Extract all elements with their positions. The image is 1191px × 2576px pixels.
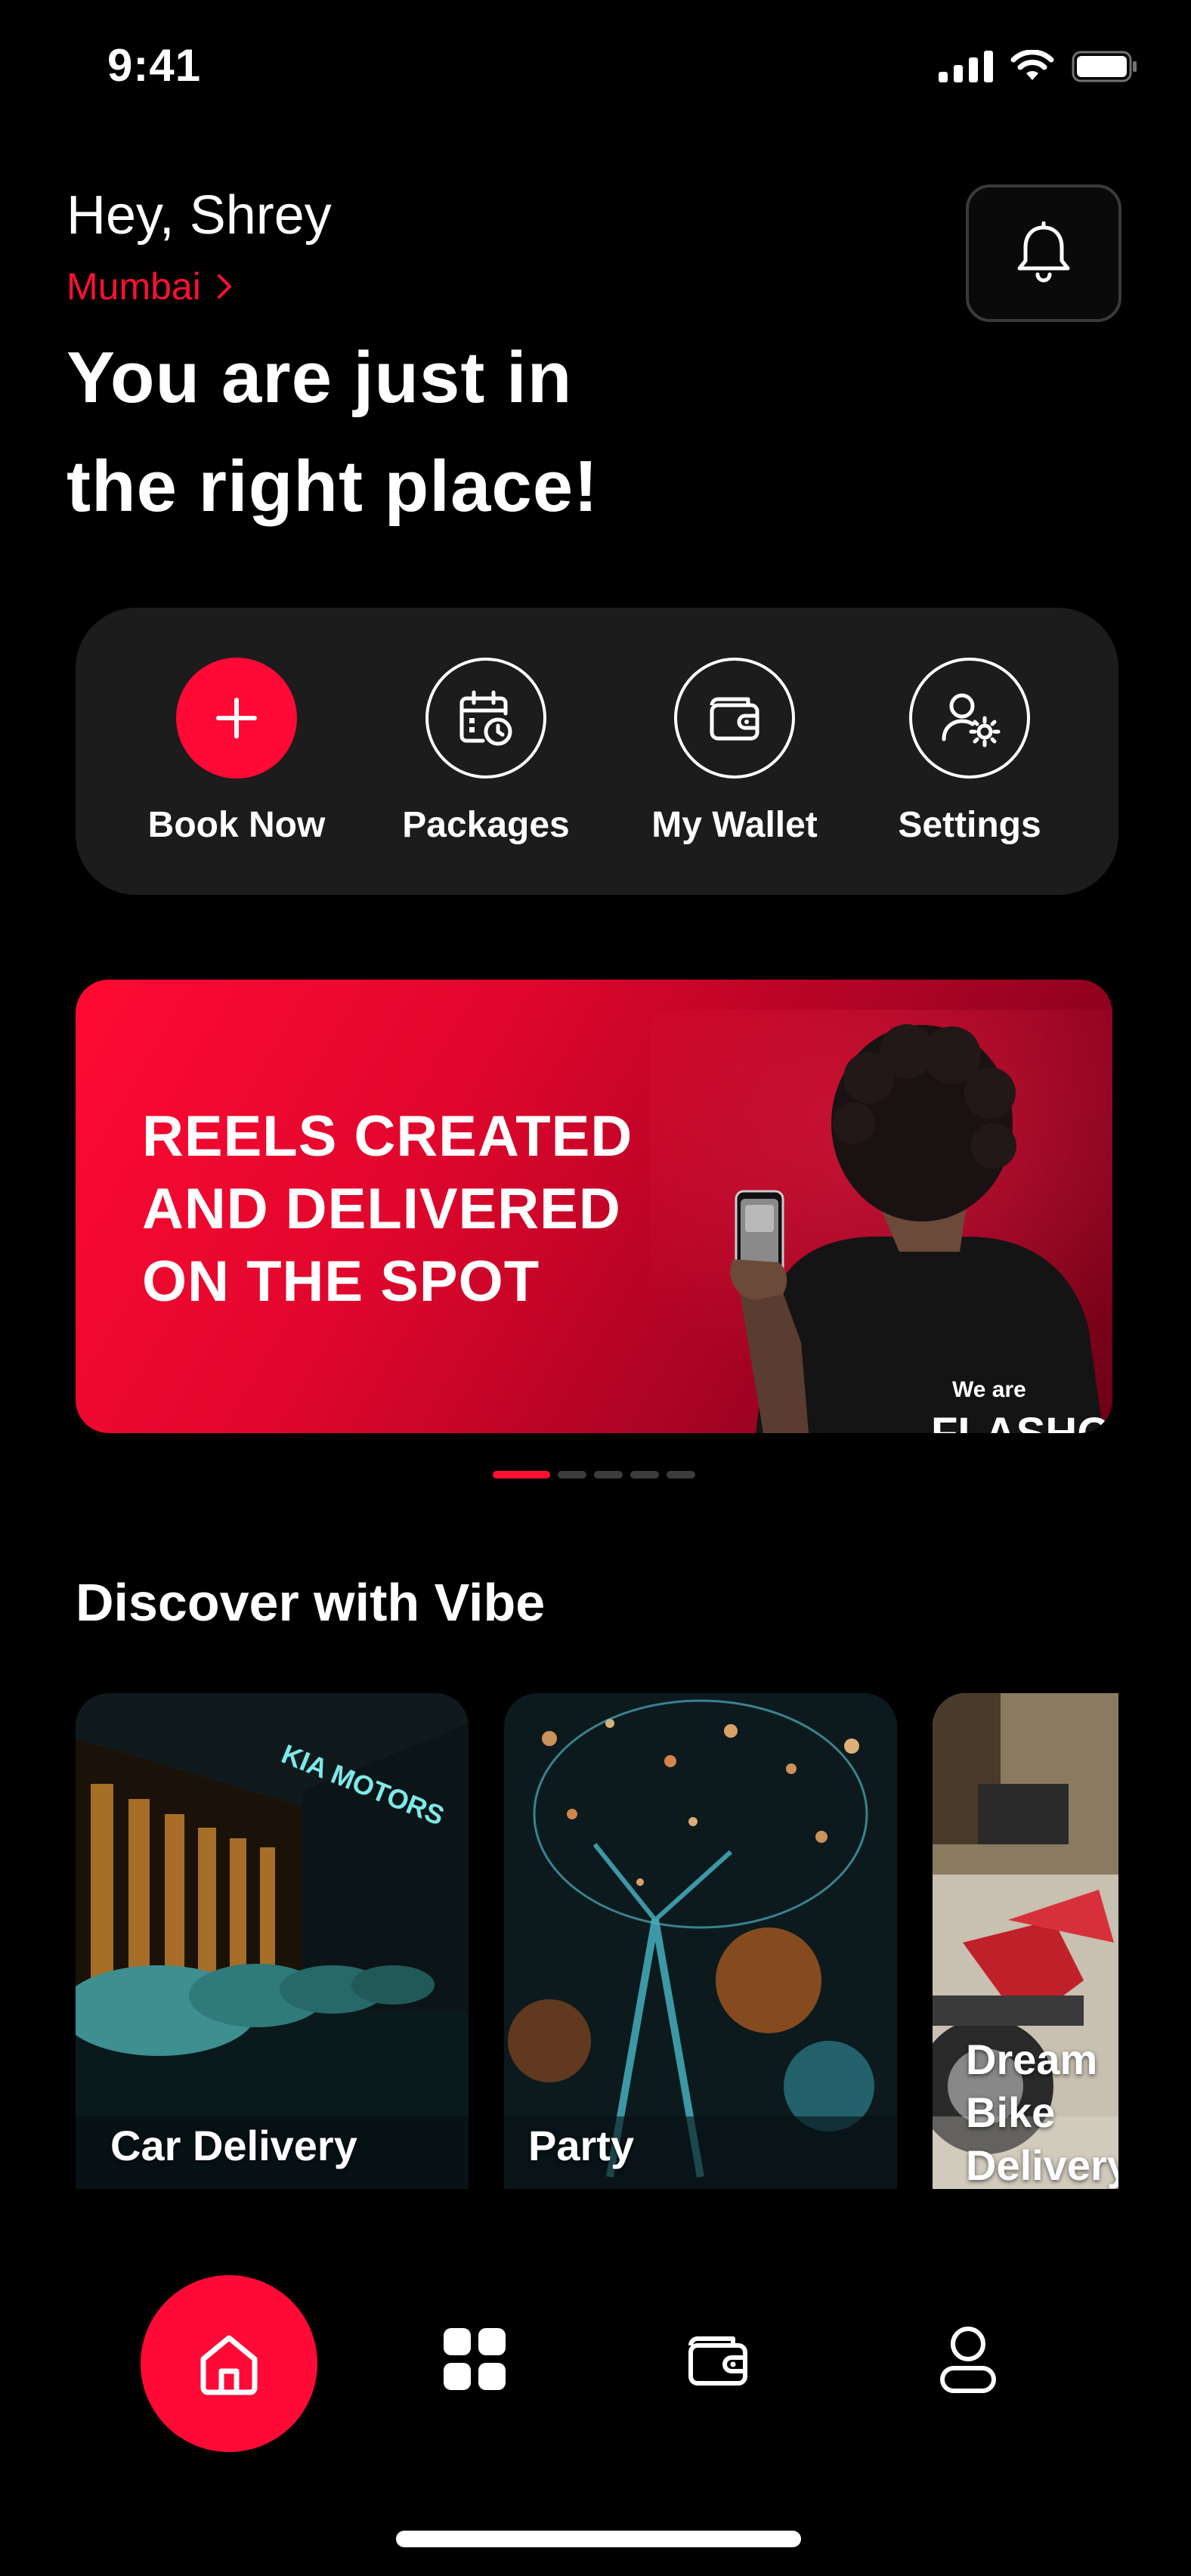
banner-line-3: ON THE SPOT — [142, 1249, 540, 1314]
card-label-dream-bike-delivery: Dream Bike Delivery — [966, 2036, 1118, 2189]
discover-card-party[interactable]: Party — [504, 1693, 897, 2189]
settings-label: Settings — [898, 805, 1041, 845]
nav-wallet-button[interactable] — [677, 2317, 760, 2401]
discover-card-car-delivery[interactable]: KIA MOTORS Car Delivery — [76, 1693, 469, 2189]
status-bar: 9:41 — [0, 0, 1191, 136]
chevron-right-icon — [217, 274, 231, 299]
battery-icon — [1072, 51, 1137, 82]
bell-icon — [1017, 221, 1070, 283]
car-delivery-image: KIA MOTORS — [76, 1693, 469, 2189]
home-icon — [200, 2335, 258, 2395]
promo-banner[interactable]: REELS CREATED AND DELIVERED ON THE SPOT — [76, 980, 1112, 1433]
banner-headline: REELS CREATED AND DELIVERED ON THE SPOT — [142, 1101, 633, 1318]
discover-card-dream-bike-delivery[interactable]: Dream Bike Delivery — [933, 1693, 1118, 2189]
pagination-dot-active[interactable] — [493, 1471, 550, 1478]
card-label-car-delivery: Car Delivery — [110, 2122, 357, 2169]
pagination-dot[interactable] — [558, 1471, 586, 1478]
wallet-icon — [688, 2336, 747, 2386]
book-now-button[interactable]: Book Now — [116, 658, 357, 846]
headline-line-2: the right place! — [67, 446, 599, 527]
shirt-tagline: We are — [952, 1377, 1026, 1402]
profile-icon — [940, 2327, 996, 2393]
book-now-circle — [176, 658, 297, 779]
location-selector[interactable]: Mumbai — [67, 265, 233, 308]
pagination-dot[interactable] — [630, 1471, 659, 1478]
signal-icon — [939, 51, 993, 82]
shirt-brand: FLASHOOT — [931, 1409, 1112, 1433]
my-wallet-button[interactable]: My Wallet — [614, 658, 855, 846]
plus-icon — [216, 698, 257, 738]
grid-icon — [444, 2328, 506, 2390]
home-indicator[interactable] — [396, 2531, 801, 2547]
calendar-clock-icon — [459, 690, 512, 746]
banner-line-2: AND DELIVERED — [142, 1177, 621, 1241]
packages-button[interactable]: Packages — [365, 658, 607, 846]
packages-label: Packages — [402, 805, 570, 845]
settings-circle — [909, 658, 1030, 779]
card-label-party: Party — [528, 2122, 635, 2169]
book-now-label: Book Now — [147, 805, 326, 845]
banner-pagination — [493, 1471, 695, 1478]
discover-section-title: Discover with Vibe — [76, 1573, 546, 1632]
discover-cards-carousel[interactable]: KIA MOTORS Car Delivery Party Dream Bike… — [76, 1693, 1118, 2189]
pagination-dot[interactable] — [594, 1471, 623, 1478]
banner-line-1: REELS CREATED — [142, 1104, 633, 1169]
pagination-dot[interactable] — [667, 1471, 695, 1478]
nav-home-button[interactable] — [141, 2275, 317, 2452]
user-settings-icon — [942, 693, 1001, 748]
nav-profile-button[interactable] — [927, 2317, 1010, 2401]
packages-circle — [425, 658, 546, 779]
wifi-icon — [1010, 50, 1054, 80]
status-time: 9:41 — [107, 40, 202, 91]
my-wallet-circle — [674, 658, 795, 779]
city-label: Mumbai — [67, 265, 201, 308]
banner-photographer-image: We are FLASHOOT — [650, 1010, 1112, 1433]
party-image — [504, 1693, 897, 2189]
status-icons — [939, 50, 1138, 83]
notifications-button[interactable] — [966, 184, 1121, 322]
settings-button[interactable]: Settings — [849, 658, 1090, 846]
my-wallet-label: My Wallet — [651, 805, 818, 845]
greeting-text: Hey, Shrey — [67, 185, 332, 246]
quick-actions-panel: Book Now Packages My Wallet Settings — [76, 608, 1118, 895]
page-headline: You are just in the right place! — [67, 324, 747, 541]
headline-line-1: You are just in — [67, 337, 573, 418]
nav-grid-button[interactable] — [433, 2317, 516, 2401]
bottom-navigation — [0, 2260, 1191, 2457]
wallet-icon — [710, 697, 759, 741]
